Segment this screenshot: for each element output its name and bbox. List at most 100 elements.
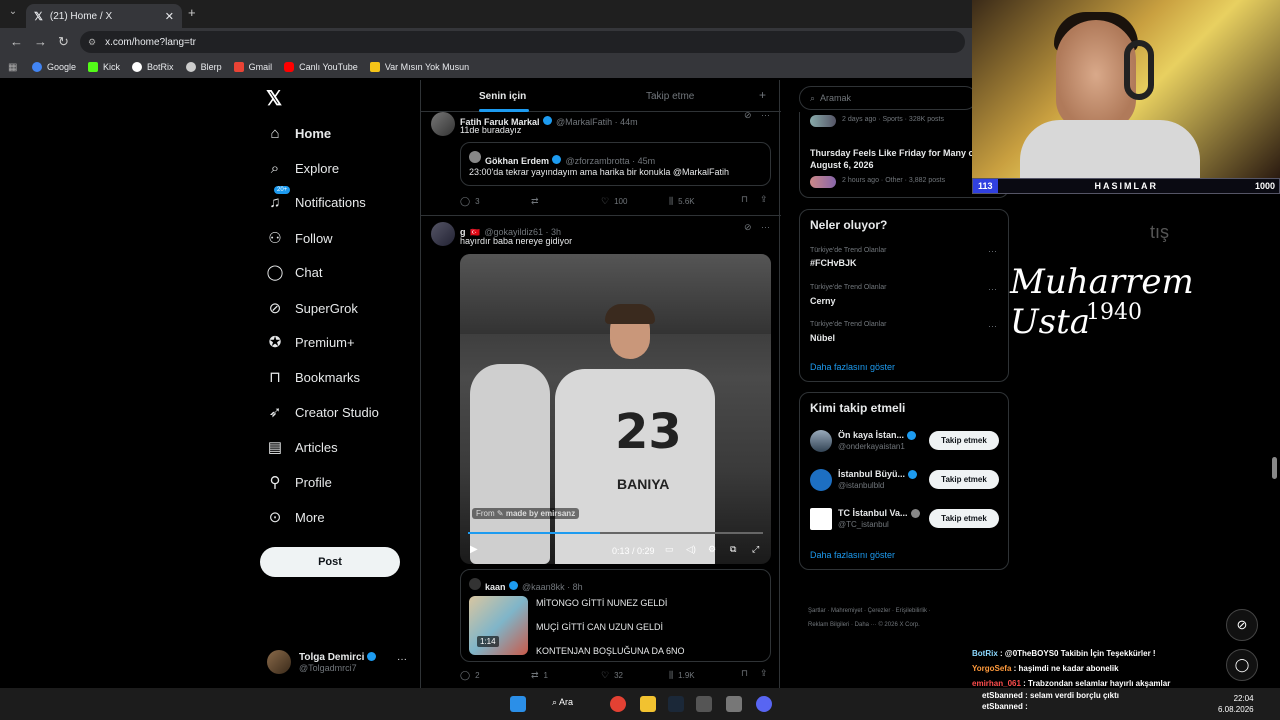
bookmark-gmail[interactable]: Gmail <box>233 62 272 72</box>
settings-icon[interactable]: ⚙ <box>708 544 716 555</box>
more-dots-icon[interactable]: ··· <box>988 246 997 256</box>
trend-name[interactable]: Nübel <box>810 333 835 343</box>
quote-thumbnail[interactable]: 1:14 <box>469 596 528 655</box>
bookmark-icon[interactable]: ⊓ <box>741 194 748 205</box>
more-dots-icon[interactable]: ··· <box>761 110 770 120</box>
start-icon[interactable] <box>510 696 526 712</box>
follow-button[interactable]: Takip etmek <box>929 431 999 450</box>
nav-follow[interactable]: ⚇ Follow <box>266 226 332 250</box>
nav-label: Profile <box>295 474 332 490</box>
show-more-link[interactable]: Daha fazlasını göster <box>810 362 895 372</box>
nav-premium[interactable]: ✪ Premium+ <box>266 330 355 354</box>
like-button[interactable]: ♡ 100 <box>601 196 627 207</box>
like-button[interactable]: ♡ 32 <box>601 670 623 681</box>
follow-suggestion[interactable]: TC İstanbul Va... @TC_istanbul Takip etm… <box>810 506 1000 532</box>
account-switcher[interactable]: Tolga Demirci @Tolgadmrci7 ··· <box>267 648 412 676</box>
more-dots-icon[interactable]: ··· <box>397 654 407 665</box>
grok-float-icon[interactable]: ⊘ <box>1226 609 1258 641</box>
tweet[interactable]: Fatih Faruk Markal @MarkalFatih · 44m ⊘ … <box>421 110 781 216</box>
captions-icon[interactable]: ▭ <box>665 544 674 555</box>
more-dots-icon[interactable]: ··· <box>988 321 997 331</box>
trend-name[interactable]: #FCHvBJK <box>810 258 857 268</box>
tab-search-icon[interactable]: ⌄ <box>6 6 20 20</box>
gmail-icon <box>233 62 244 72</box>
bookmark-kick[interactable]: Kick <box>88 62 120 72</box>
fullscreen-icon[interactable]: ⤢ <box>752 544 759 555</box>
follow-button[interactable]: Takip etmek <box>929 470 999 489</box>
folder-icon[interactable] <box>640 696 656 712</box>
tab-close-icon[interactable]: ✕ <box>165 10 174 23</box>
follow-suggestion[interactable]: İstanbul Büyü... @istanbulbld Takip etme… <box>810 467 1000 493</box>
tab-following[interactable]: Takip etme <box>646 91 694 102</box>
site-info-icon[interactable]: ⚙ <box>88 37 96 48</box>
chrome-icon[interactable] <box>610 696 626 712</box>
news-title[interactable]: Thursday Feels Like Friday for Many o <box>810 148 974 158</box>
follow-suggestion[interactable]: Ön kaya İstan... @onderkayaistan1 Takip … <box>810 428 1000 454</box>
discord-icon[interactable] <box>756 696 772 712</box>
nav-supergrok[interactable]: ⊘ SuperGrok <box>266 296 358 320</box>
tab-for-you[interactable]: Senin için <box>479 91 526 102</box>
messages-float-icon[interactable]: ◯ <box>1226 649 1258 681</box>
app-icon[interactable] <box>726 696 742 712</box>
nav-explore[interactable]: ⌕ Explore <box>266 156 339 180</box>
apps-grid-icon[interactable]: ▦ <box>8 62 18 73</box>
grok-icon[interactable]: ⊘ <box>744 222 752 233</box>
bookmark-youtube[interactable]: Canlı YouTube <box>284 62 358 72</box>
pip-icon[interactable]: ⧉ <box>730 544 736 555</box>
quoted-tweet[interactable]: kaan @kaan8kk · 8h 1:14 MİTONGO GİTTİ NU… <box>460 569 771 662</box>
bookmark-google[interactable]: Google <box>32 62 76 72</box>
nav-creator-studio[interactable]: ➶ Creator Studio <box>266 400 379 424</box>
volume-icon[interactable]: ◁) <box>686 544 696 555</box>
trend-name[interactable]: Cerny <box>810 296 836 306</box>
nav-more[interactable]: ⊙ More <box>266 505 325 529</box>
tweet-avatar[interactable] <box>431 222 455 246</box>
nav-home[interactable]: ⌂ Home <box>266 121 331 145</box>
tweet-text: hayırdır baba nereye gidiyor <box>460 236 573 246</box>
nav-notifications[interactable]: ♫ 20+ Notifications <box>266 185 366 214</box>
bookmark-icon[interactable]: ⊓ <box>741 668 748 679</box>
x-logo-icon[interactable]: 𝕏 <box>266 86 282 111</box>
grok-icon[interactable]: ⊘ <box>744 110 752 121</box>
scrollbar-thumb[interactable] <box>1272 457 1277 479</box>
taskbar-search[interactable]: ⌕ Ara <box>552 697 573 708</box>
more-circle-icon: ⊙ <box>268 509 282 526</box>
app-icon[interactable] <box>696 696 712 712</box>
footer-links[interactable]: Şartlar · Mahremiyet · Çerezler · Erişil… <box>808 608 931 614</box>
search-input[interactable]: ⌕ Aramak <box>799 86 977 110</box>
bookmark-var-misin[interactable]: Var Mısın Yok Musun <box>369 62 469 72</box>
video-player[interactable]: 23 BANIYA From ✎ made by emirsanz ▶ 0:13… <box>460 254 771 564</box>
share-icon[interactable]: ⇪ <box>760 668 768 679</box>
bookmark-blerp[interactable]: Blerp <box>185 62 222 72</box>
nav-articles[interactable]: ▤ Articles <box>266 435 338 459</box>
more-dots-icon[interactable]: ··· <box>761 222 770 232</box>
tweet-avatar[interactable] <box>431 112 455 136</box>
forward-icon[interactable]: → <box>34 34 47 49</box>
reload-icon[interactable]: ↻ <box>58 34 69 50</box>
browser-tab[interactable]: 𝕏 (21) Home / X ✕ <box>26 4 182 28</box>
more-dots-icon[interactable]: ··· <box>988 284 997 294</box>
nav-chat[interactable]: ◯ Chat <box>266 260 323 284</box>
retweet-button[interactable]: ⇄ <box>531 196 539 207</box>
show-more-link[interactable]: Daha fazlasını göster <box>810 550 895 560</box>
jersey-name: BANIYA <box>617 476 670 492</box>
views-button[interactable]: ⫼ 1.9K <box>669 670 695 681</box>
system-clock[interactable]: 22:04 6.08.2026 <box>1218 693 1254 715</box>
follow-button[interactable]: Takip etmek <box>929 509 999 528</box>
bookmark-botrix[interactable]: BotRix <box>132 62 174 72</box>
retweet-button[interactable]: ⇄ 1 <box>531 670 548 681</box>
steam-icon[interactable] <box>668 696 684 712</box>
post-button[interactable]: Post <box>260 547 400 577</box>
add-tab-icon[interactable]: + <box>759 88 766 102</box>
nav-profile[interactable]: ⚲ Profile <box>266 470 332 494</box>
url-input[interactable]: ⚙ x.com/home?lang=tr <box>80 31 965 53</box>
nav-bookmarks[interactable]: ⊓ Bookmarks <box>266 365 360 389</box>
new-tab-icon[interactable]: + <box>188 5 196 20</box>
quoted-tweet[interactable]: Gökhan Erdem @zforzambrotta · 45m 23:00'… <box>460 142 771 186</box>
share-icon[interactable]: ⇪ <box>760 194 768 205</box>
views-button[interactable]: ⫼ 5.6K <box>669 196 695 207</box>
back-icon[interactable]: ← <box>10 34 23 49</box>
footer-links[interactable]: Reklam Bilgileri · Daha ··· © 2026 X Cor… <box>808 622 920 628</box>
play-icon[interactable]: ▶ <box>470 544 478 555</box>
reply-button[interactable]: ◯ 3 <box>460 196 480 207</box>
reply-button[interactable]: ◯ 2 <box>460 670 480 681</box>
